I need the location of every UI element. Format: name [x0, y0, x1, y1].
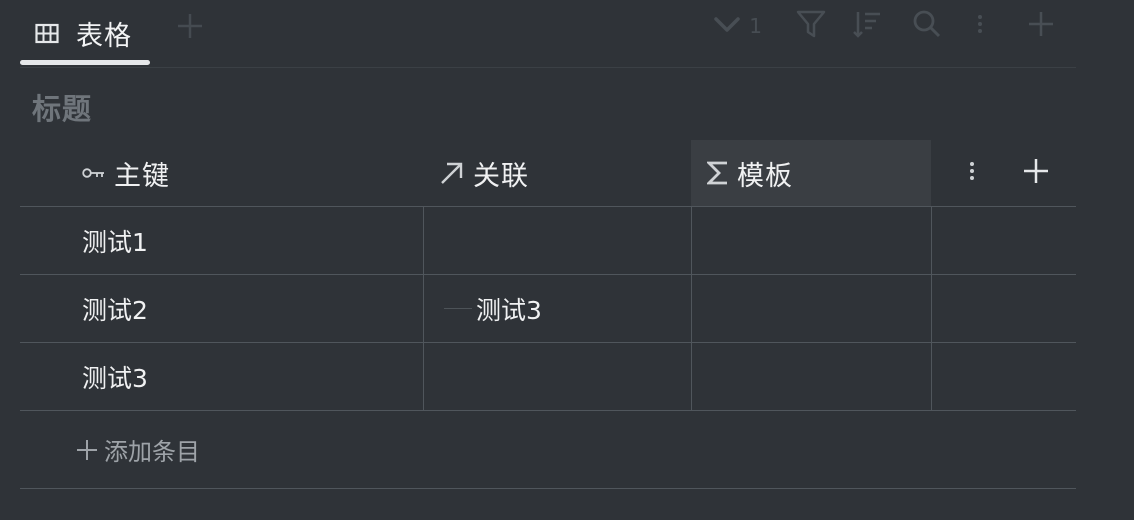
- cell-relation[interactable]: [423, 343, 691, 410]
- cell-relation[interactable]: 测试3: [423, 275, 691, 342]
- key-icon: [82, 166, 106, 180]
- cell-template[interactable]: [691, 343, 931, 410]
- add-entry-label: 添加条目: [104, 438, 200, 466]
- filter-toggle-button[interactable]: 1: [713, 8, 762, 44]
- column-header-label: 主键: [114, 160, 170, 192]
- relation-value[interactable]: 测试3: [476, 291, 542, 327]
- cell-key[interactable]: 测试1: [20, 207, 423, 274]
- table-row: 测试3: [20, 343, 1076, 411]
- sort-button[interactable]: [852, 8, 882, 44]
- add-column-button[interactable]: [1016, 140, 1056, 206]
- tab-table[interactable]: 表格: [20, 0, 150, 67]
- sort-icon: [852, 9, 882, 43]
- plus-icon: [76, 439, 98, 461]
- database-view: 表格 1 标题 主键 关联 模板 测试1 测试2 测试3 测试3 添加条目: [0, 0, 1134, 520]
- filter-button[interactable]: [796, 8, 826, 44]
- cell-relation[interactable]: [423, 207, 691, 274]
- add-record-button[interactable]: [1026, 8, 1056, 44]
- more-options-button[interactable]: [976, 8, 984, 44]
- sigma-icon: [707, 160, 729, 186]
- active-tab-indicator: [20, 60, 150, 65]
- table-grid-icon: [34, 21, 60, 47]
- column-options-button[interactable]: [960, 140, 984, 206]
- data-table: 主键 关联 模板 测试1 测试2 测试3 测试3 添加条目: [20, 140, 1076, 489]
- column-header-label: 模板: [737, 160, 793, 192]
- view-tab-bar: 表格 1: [20, 0, 1076, 68]
- chevron-down-icon: [713, 14, 741, 38]
- table-header-row: 主键 关联 模板: [20, 140, 1076, 207]
- column-header-key[interactable]: 主键: [20, 140, 423, 206]
- cell-key[interactable]: 测试2: [20, 275, 423, 342]
- cell-empty: [931, 207, 1076, 274]
- table-row: 测试1: [20, 207, 1076, 275]
- view-toolbar: 1: [697, 8, 1056, 44]
- search-button[interactable]: [912, 8, 942, 44]
- column-header-template[interactable]: 模板: [691, 140, 931, 206]
- column-header-label: 关联: [473, 160, 529, 192]
- more-vertical-icon: [968, 158, 976, 188]
- table-row: 测试2 测试3: [20, 275, 1076, 343]
- filter-count: 1: [749, 14, 762, 38]
- relation-arrow-icon: [439, 160, 465, 186]
- cell-template[interactable]: [691, 275, 931, 342]
- add-entry-button[interactable]: 添加条目: [20, 411, 1076, 489]
- add-view-button[interactable]: [172, 10, 208, 46]
- filter-icon: [796, 9, 826, 43]
- cell-template[interactable]: [691, 207, 931, 274]
- column-header-relation[interactable]: 关联: [423, 140, 691, 206]
- view-title[interactable]: 标题: [32, 86, 92, 128]
- cell-empty: [931, 275, 1076, 342]
- relation-link-line: [444, 308, 472, 309]
- cell-empty: [931, 343, 1076, 410]
- search-icon: [912, 9, 942, 43]
- plus-icon: [1026, 9, 1056, 43]
- cell-key[interactable]: 测试3: [20, 343, 423, 410]
- plus-icon: [1022, 157, 1050, 189]
- tab-label: 表格: [76, 21, 132, 52]
- more-vertical-icon: [976, 9, 984, 43]
- plus-icon: [175, 11, 205, 45]
